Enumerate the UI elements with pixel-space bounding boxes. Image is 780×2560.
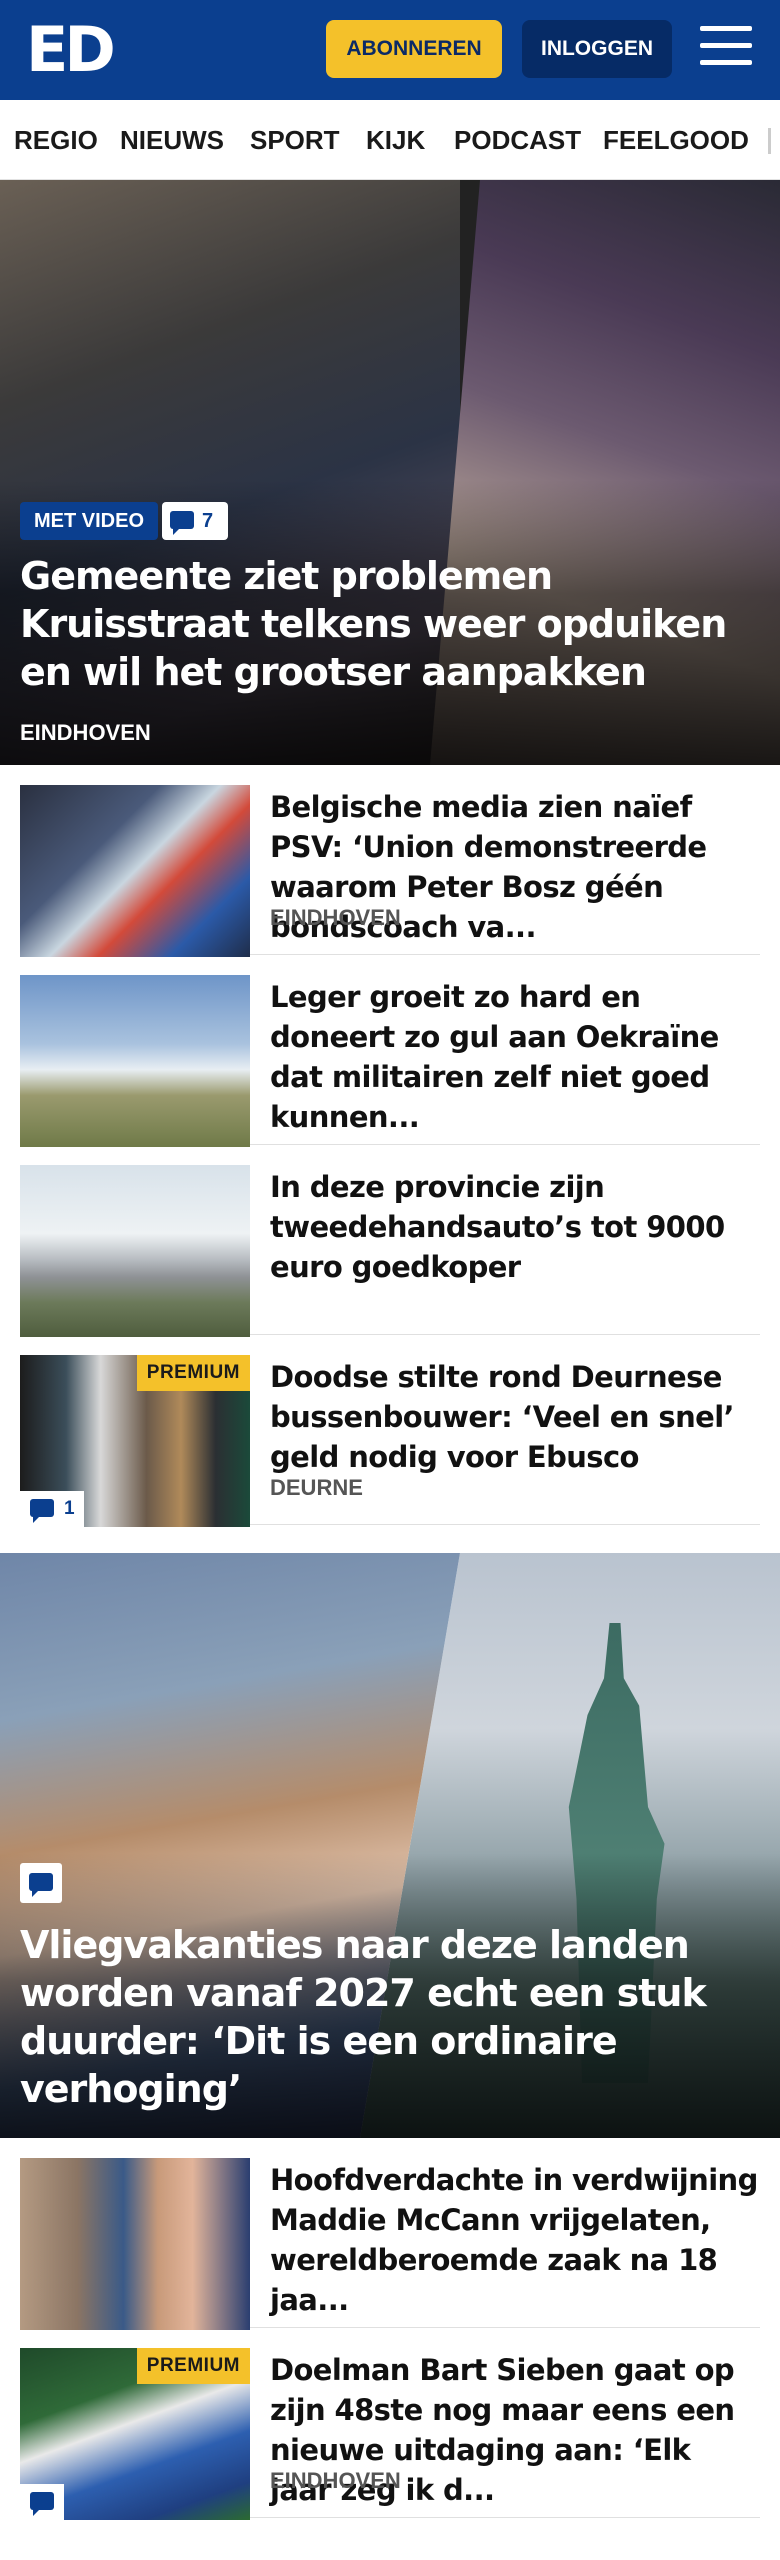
hero-title[interactable]: Gemeente ziet problemen Kruisstraat telk… (20, 552, 760, 696)
article-thumbnail (20, 785, 250, 957)
article-location: DEURNE (270, 1475, 363, 1500)
hero-article[interactable]: MET VIDEO 7 Gemeente ziet problemen Krui… (0, 180, 780, 765)
article-item[interactable]: In deze provincie zijn tweedehandsauto’s… (20, 1145, 760, 1337)
feature-article[interactable]: Vliegvakanties naar deze landen worden v… (0, 1553, 780, 2138)
nav-item-sport[interactable]: SPORT (250, 100, 340, 179)
article-location: EINDHOVEN (270, 905, 401, 930)
comment-icon (29, 1873, 53, 1897)
article-item[interactable]: PREMIUM Doelman Bart Sieben gaat op zijn… (20, 2328, 760, 2520)
login-button[interactable]: INLOGGEN (522, 20, 672, 78)
subscribe-button[interactable]: ABONNEREN (326, 20, 502, 78)
comment-badge[interactable]: 1 (20, 1491, 84, 1527)
nav-item-podcast[interactable]: PODCAST (454, 100, 581, 179)
article-item[interactable]: Leger groeit zo hard en doneert zo gul a… (20, 955, 760, 1147)
feature-title[interactable]: Vliegvakanties naar deze landen worden v… (20, 1921, 720, 2113)
comment-count: 1 (64, 1498, 75, 1519)
comment-icon (30, 1499, 54, 1523)
comment-icon (170, 511, 194, 535)
comment-icon (30, 2492, 54, 2516)
comment-badge[interactable] (20, 1863, 62, 1903)
article-item[interactable]: Belgische media zien naïef PSV: ‘Union d… (20, 765, 760, 957)
nav-item-nieuws[interactable]: NIEUWS (120, 100, 224, 179)
premium-badge: PREMIUM (136, 1355, 250, 1391)
section-nav: REGIO NIEUWS SPORT KIJK PODCAST FEELGOOD (0, 100, 780, 180)
article-thumbnail (20, 1165, 250, 1337)
ed-logo[interactable]: ED (26, 18, 116, 82)
comment-badge[interactable]: 7 (162, 502, 228, 540)
article-title[interactable]: Doodse stilte rond Deurnese bussenbouwer… (270, 1357, 760, 1477)
article-title[interactable]: Leger groeit zo hard en doneert zo gul a… (270, 977, 760, 1137)
article-thumbnail: PREMIUM 1 (20, 1355, 250, 1527)
article-location: EINDHOVEN (270, 2468, 401, 2493)
site-header: ED ABONNEREN INLOGGEN (0, 0, 780, 100)
article-thumbnail (20, 975, 250, 1147)
nav-item-kijk[interactable]: KIJK (366, 100, 425, 179)
hamburger-menu-icon[interactable] (700, 26, 752, 72)
comment-badge[interactable] (20, 2484, 64, 2520)
video-badge: MET VIDEO (20, 502, 159, 540)
hero-location: EINDHOVEN (20, 720, 151, 745)
comment-count: 7 (202, 510, 214, 532)
article-thumbnail (20, 2158, 250, 2330)
article-thumbnail: PREMIUM (20, 2348, 250, 2520)
article-title[interactable]: Hoofdverdachte in verdwijning Maddie McC… (270, 2160, 760, 2320)
nav-item-regio[interactable]: REGIO (14, 100, 98, 179)
nav-item-feelgood[interactable]: FEELGOOD (603, 100, 749, 179)
article-title[interactable]: In deze provincie zijn tweedehandsauto’s… (270, 1167, 760, 1287)
article-item[interactable]: Hoofdverdachte in verdwijning Maddie McC… (20, 2138, 760, 2330)
premium-badge: PREMIUM (136, 2348, 250, 2384)
nav-divider (768, 128, 771, 154)
article-item[interactable]: PREMIUM 1 Doodse stilte rond Deurnese bu… (20, 1335, 760, 1527)
